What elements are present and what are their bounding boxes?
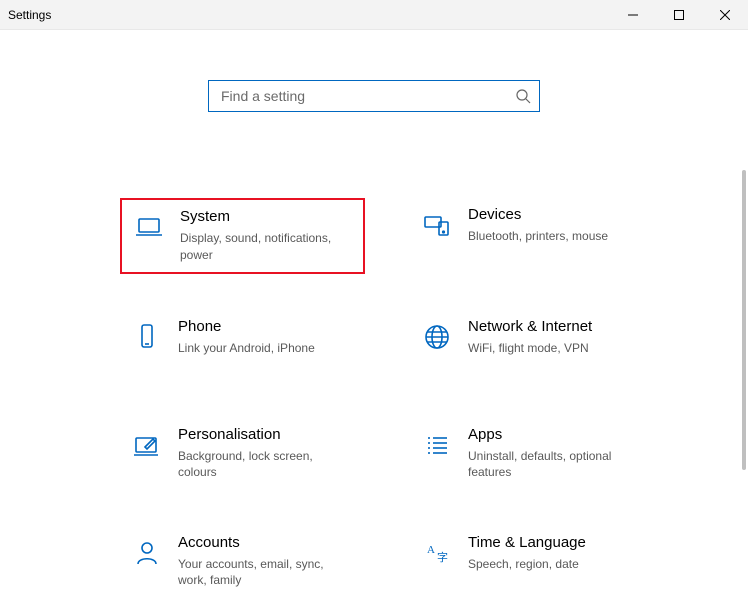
tile-desc: Your accounts, email, sync, work, family bbox=[178, 556, 353, 590]
search-icon bbox=[515, 88, 531, 104]
tile-desc: Uninstall, defaults, optional features bbox=[468, 448, 643, 482]
svg-text:A: A bbox=[427, 544, 435, 556]
settings-grid: System Display, sound, notifications, po… bbox=[120, 198, 680, 598]
svg-text:字: 字 bbox=[437, 550, 448, 564]
scrollbar[interactable] bbox=[742, 170, 746, 470]
list-icon bbox=[420, 428, 454, 462]
maximize-button[interactable] bbox=[656, 0, 702, 30]
titlebar: Settings bbox=[0, 0, 748, 30]
tile-desc: Background, lock screen, colours bbox=[178, 448, 353, 482]
search-box[interactable] bbox=[208, 80, 540, 112]
tile-accounts[interactable]: Accounts Your accounts, email, sync, wor… bbox=[120, 526, 365, 598]
tile-title: Time & Language bbox=[468, 534, 586, 552]
tile-devices[interactable]: Devices Bluetooth, printers, mouse bbox=[410, 198, 655, 274]
tile-title: Network & Internet bbox=[468, 318, 592, 336]
search-wrap bbox=[0, 80, 748, 112]
tile-apps[interactable]: Apps Uninstall, defaults, optional featu… bbox=[410, 418, 655, 490]
person-icon bbox=[130, 536, 164, 570]
tile-phone[interactable]: Phone Link your Android, iPhone bbox=[120, 310, 365, 382]
tile-time-language[interactable]: A字 Time & Language Speech, region, date bbox=[410, 526, 655, 598]
window-buttons bbox=[610, 0, 748, 30]
tile-title: Accounts bbox=[178, 534, 353, 552]
tile-title: Phone bbox=[178, 318, 315, 336]
tile-desc: Link your Android, iPhone bbox=[178, 340, 315, 357]
language-icon: A字 bbox=[420, 536, 454, 570]
minimize-icon bbox=[628, 10, 638, 20]
tile-desc: Bluetooth, printers, mouse bbox=[468, 228, 608, 245]
tile-desc: WiFi, flight mode, VPN bbox=[468, 340, 592, 357]
tile-title: Devices bbox=[468, 206, 608, 224]
minimize-button[interactable] bbox=[610, 0, 656, 30]
tile-title: System bbox=[180, 208, 353, 226]
close-icon bbox=[720, 10, 730, 20]
close-button[interactable] bbox=[702, 0, 748, 30]
tile-network[interactable]: Network & Internet WiFi, flight mode, VP… bbox=[410, 310, 655, 382]
laptop-icon bbox=[132, 210, 166, 244]
search-input[interactable] bbox=[219, 87, 515, 105]
tile-title: Personalisation bbox=[178, 426, 353, 444]
tile-desc: Speech, region, date bbox=[468, 556, 586, 573]
tile-title: Apps bbox=[468, 426, 643, 444]
window-title: Settings bbox=[8, 8, 51, 22]
tile-system[interactable]: System Display, sound, notifications, po… bbox=[120, 198, 365, 274]
devices-icon bbox=[420, 208, 454, 242]
phone-icon bbox=[130, 320, 164, 354]
paint-icon bbox=[130, 428, 164, 462]
maximize-icon bbox=[674, 10, 684, 20]
tile-personalisation[interactable]: Personalisation Background, lock screen,… bbox=[120, 418, 365, 490]
globe-icon bbox=[420, 320, 454, 354]
content-area: System Display, sound, notifications, po… bbox=[0, 30, 748, 571]
tile-desc: Display, sound, notifications, power bbox=[180, 230, 353, 264]
